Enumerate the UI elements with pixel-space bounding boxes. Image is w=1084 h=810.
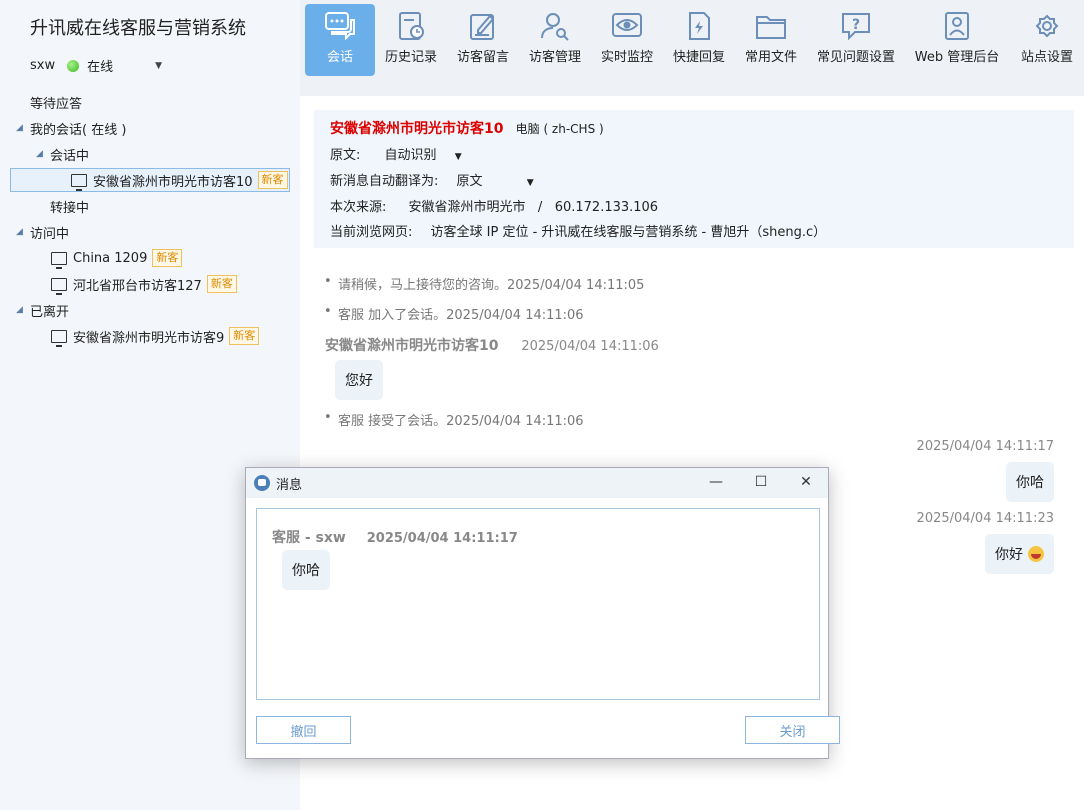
system-message: • 客服 接受了会话。2025/04/04 14:11:06 [324,410,584,429]
tab-files[interactable]: 常用文件 [740,4,802,76]
close-button[interactable]: 关闭 [745,716,840,744]
tree-visiting-item[interactable]: China 1209 新客 [51,246,183,270]
source-row: 本次来源: 安徽省滁州市明光市 / 60.172.133.106 [330,200,659,215]
chat-icon [325,12,355,41]
history-icon [399,12,424,40]
close-icon[interactable]: ✕ [796,474,816,490]
visitor-device: 电脑 ( zh-CHS ) [515,122,604,136]
chevron-down-icon[interactable]: ▼ [455,152,462,162]
tab-visitor-manage[interactable]: 访客管理 [524,4,586,76]
current-page-link[interactable]: 访客全球 IP 定位 - 升讯威在线客服与营销系统 - 曹旭升（sheng.c） [431,225,827,240]
user-search-icon [541,13,569,41]
dialog-sender: 客服 - sxw [272,530,346,546]
username: sxw [30,58,56,73]
eye-icon [612,13,642,37]
tree-my-sessions[interactable]: ◢ 我的会话( 在线 ) [16,116,126,140]
tab-messages[interactable]: 访客留言 [452,4,514,76]
edit-note-icon [470,14,495,40]
expand-icon[interactable]: ◢ [16,227,30,237]
chevron-down-icon[interactable]: ▼ [155,61,162,71]
translate-select[interactable]: 原文 [457,174,483,189]
monitor-icon [71,173,87,191]
gear-icon [1035,14,1059,38]
new-visitor-badge: 新客 [152,249,183,267]
tab-site-settings[interactable]: 站点设置 [1014,4,1080,76]
translate-row: 新消息自动翻译为: 原文 ▼ [330,174,534,189]
monitor-icon [51,277,67,295]
app-title: 升讯威在线客服与营销系统 [30,18,246,39]
dialog-message-bubble: 你哈 [282,550,330,590]
dialog-title: 消息 [276,477,303,493]
tab-history[interactable]: 历史记录 [380,4,442,76]
quick-reply-icon [689,12,710,40]
message-dialog: 消息 — ☐ ✕ 客服 - sxw 2025/04/04 14:11:17 你哈… [245,467,840,759]
new-visitor-badge: 新客 [229,327,260,345]
svg-text:?: ? [852,17,860,33]
folder-icon [756,16,786,39]
new-visitor-badge: 新客 [206,275,237,293]
recall-button[interactable]: 撤回 [256,716,351,744]
app-icon [254,475,270,491]
tree-left[interactable]: ◢ 已离开 [16,298,69,322]
current-page-row: 当前浏览网页: 访客全球 IP 定位 - 升讯威在线客服与营销系统 - 曹旭升（… [330,225,827,240]
tree-session-item[interactable]: 安徽省滁州市明光市访客10 新客 [10,168,290,192]
agent-message-time: 2025/04/04 14:11:23 [916,511,1054,526]
expand-icon[interactable]: ◢ [36,149,50,159]
system-message: • 客服 加入了会话。2025/04/04 14:11:06 [324,304,584,323]
monitor-icon [51,251,67,269]
dialog-message-header: 客服 - sxw 2025/04/04 14:11:17 [272,527,518,547]
new-visitor-badge: 新客 [257,171,288,189]
tree-transferring[interactable]: 转接中 [50,194,89,218]
tab-web-admin[interactable]: Web 管理后台 [910,4,1004,76]
expand-icon[interactable]: ◢ [16,305,30,315]
faq-icon: ? [842,13,870,41]
tree-in-session[interactable]: ◢ 会话中 [36,142,89,166]
grin-emoji-icon [1028,546,1044,562]
tree-waiting[interactable]: 等待应答 [30,90,82,114]
monitor-icon [51,329,67,347]
tab-chat[interactable]: 会话 [305,4,375,76]
agent-message-time: 2025/04/04 14:11:17 [916,439,1054,454]
tree-left-item[interactable]: 安徽省滁州市明光市访客9 新客 [51,324,260,348]
expand-icon[interactable]: ◢ [16,123,30,133]
agent-message-bubble: 你好 [985,534,1054,574]
dialog-time: 2025/04/04 14:11:17 [366,531,518,546]
source-value: 安徽省滁州市明光市 / 60.172.133.106 [408,200,659,215]
tree-visiting-item[interactable]: 河北省邢台市访客127 新客 [51,272,237,296]
minimize-icon[interactable]: — [706,474,726,490]
original-language-select[interactable]: 自动识别 [385,148,437,163]
tab-quick-reply[interactable]: 快捷回复 [668,4,730,76]
maximize-icon[interactable]: ☐ [751,474,771,490]
visitor-message-header: 安徽省滁州市明光市访客10 2025/04/04 14:11:06 [325,338,659,354]
tree-visiting[interactable]: ◢ 访问中 [16,220,69,244]
visitor-info-panel: 安徽省滁州市明光市访客10 电脑 ( zh-CHS ) 原文: 自动识别 ▼ 新… [314,110,1074,248]
visitor-message-bubble: 您好 [335,360,383,400]
chevron-down-icon[interactable]: ▼ [527,178,534,188]
status-selector[interactable]: sxw 在线 ▼ [30,56,162,75]
system-message: • 请稍候，马上接待您的咨询。2025/04/04 14:11:05 [324,274,645,293]
agent-message-bubble: 你哈 [1006,462,1054,502]
tab-monitor[interactable]: 实时监控 [596,4,658,76]
dialog-titlebar[interactable]: 消息 [246,468,828,498]
status-text: 在线 [87,60,114,75]
admin-user-icon [945,12,969,40]
visitor-name: 安徽省滁州市明光市访客10 [330,121,504,137]
toolbar: 会话 历史记录 访客留言 访客管理 实时监控 快捷回复 常用文件 ? 常见问题设… [300,0,1084,86]
original-language-row: 原文: 自动识别 ▼ [330,148,462,163]
dialog-message-area: 客服 - sxw 2025/04/04 14:11:17 你哈 [256,508,820,700]
tab-faq-settings[interactable]: ? 常见问题设置 [812,4,900,76]
visitor-header: 安徽省滁州市明光市访客10 电脑 ( zh-CHS ) [330,118,604,138]
online-status-icon [67,59,80,72]
